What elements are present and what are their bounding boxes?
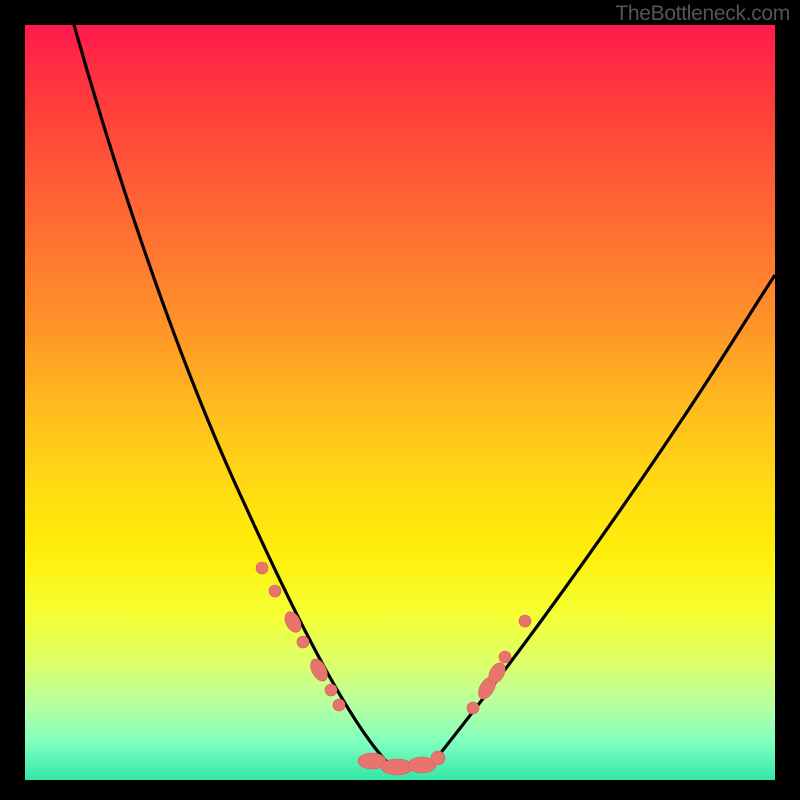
plot-gradient-background — [25, 25, 775, 780]
watermark-text: TheBottleneck.com — [615, 2, 790, 26]
chart-container: TheBottleneck.com — [0, 0, 800, 800]
